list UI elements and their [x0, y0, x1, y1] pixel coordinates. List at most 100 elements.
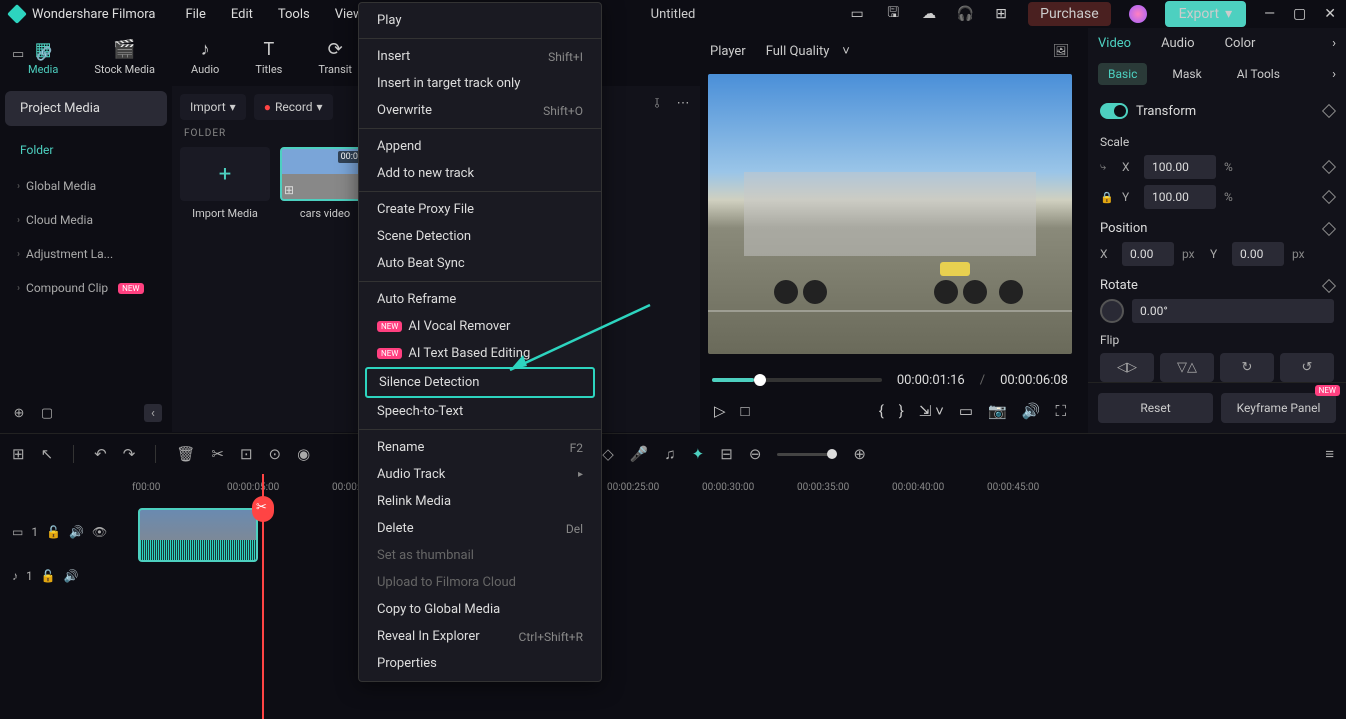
import-media-card[interactable]: + Import Media [180, 147, 270, 220]
maximize-icon[interactable]: ▢ [1293, 6, 1306, 22]
import-button[interactable]: Import ▾ [180, 94, 246, 120]
minimize-icon[interactable]: — [1264, 6, 1275, 22]
sidebar-item-adjustment[interactable]: ›Adjustment La... [5, 237, 167, 271]
media-clip-card[interactable]: 00:00 ⊞ cars video [280, 147, 370, 220]
pos-x-input[interactable] [1122, 242, 1174, 266]
sidebar-header[interactable]: Project Media [5, 91, 167, 126]
camera-icon[interactable]: 📷 [988, 402, 1007, 420]
timeline-clip[interactable] [138, 508, 258, 562]
stop-icon[interactable]: □ [741, 402, 750, 420]
quality-dropdown[interactable]: Full Quality ˅ [766, 43, 850, 59]
cursor-icon[interactable]: ↖ [41, 445, 54, 463]
lock-icon[interactable]: 🔒 [1100, 191, 1114, 204]
keyframe-icon[interactable] [1322, 278, 1336, 292]
rotate-cw-button[interactable]: ↻ [1220, 353, 1274, 382]
cm-create-proxy[interactable]: Create Proxy File [359, 196, 601, 223]
preview-viewport[interactable] [708, 74, 1072, 354]
new-folder-icon[interactable]: ⊕ [10, 404, 28, 422]
sidebar-item-compound[interactable]: ›Compound ClipNEW [5, 271, 167, 305]
sidebar-item-cloud[interactable]: ›Cloud Media [5, 203, 167, 237]
collapse-icon[interactable]: ‹ [144, 404, 162, 422]
crop-icon[interactable]: ⇲ ˅ [919, 402, 944, 420]
zoom-in-icon[interactable]: ⊕ [853, 445, 866, 463]
keyframe-icon[interactable] [1322, 160, 1336, 174]
close-icon[interactable]: ✕ [1324, 6, 1336, 22]
audio-track-header[interactable]: ♪1 🔓 🔊 [0, 560, 132, 592]
reset-button[interactable]: Reset [1098, 393, 1213, 423]
pos-y-input[interactable] [1232, 242, 1284, 266]
mark-out-icon[interactable]: } [899, 402, 904, 420]
props-tab-color[interactable]: Color [1225, 36, 1256, 51]
zoom-slider[interactable] [777, 453, 837, 456]
cm-relink[interactable]: Relink Media [359, 488, 601, 515]
save-icon[interactable]: 🖫 [884, 5, 902, 23]
cm-silence-detection[interactable]: Silence Detection [365, 367, 595, 398]
keyframe-icon[interactable] [1322, 104, 1336, 118]
sidebar-item-global[interactable]: ›Global Media [5, 169, 167, 203]
color-icon[interactable]: ◉ [297, 445, 310, 463]
cm-insert[interactable]: InsertShift+I [359, 43, 601, 70]
keyframe-icon[interactable] [1322, 190, 1336, 204]
fullscreen-icon[interactable]: ⛶ [1055, 402, 1066, 420]
clip-icon[interactable]: ▭ [12, 47, 24, 62]
apps-icon[interactable]: ⊞ [992, 5, 1010, 23]
cm-auto-beat[interactable]: Auto Beat Sync [359, 250, 601, 277]
playhead[interactable] [262, 474, 264, 719]
transform-toggle[interactable] [1100, 103, 1128, 119]
cm-add-new-track[interactable]: Add to new track [359, 160, 601, 187]
cm-ai-vocal[interactable]: NEWAI Vocal Remover [359, 313, 601, 340]
avatar-icon[interactable] [1129, 5, 1147, 23]
timeline-ruler[interactable]: f00:00 00:00:05:00 00:00:10:00 00:00:25:… [132, 474, 1346, 502]
menu-tools[interactable]: Tools [278, 7, 310, 22]
music-icon[interactable]: ♫ [664, 445, 675, 463]
cm-speech-to-text[interactable]: Speech-to-Text [359, 398, 601, 425]
export-button[interactable]: Export▾ [1165, 1, 1246, 27]
bookmark-icon[interactable]: ◇ [602, 445, 614, 463]
play-icon[interactable]: ▷ [714, 402, 726, 420]
cm-audio-track[interactable]: Audio Track▸ [359, 461, 601, 488]
cm-auto-reframe[interactable]: Auto Reframe [359, 286, 601, 313]
purchase-button[interactable]: Purchase [1028, 2, 1110, 26]
snapshot-icon[interactable]: 🖼 [1052, 42, 1070, 60]
redo-icon[interactable]: ↷ [123, 445, 136, 463]
scale-y-input[interactable] [1144, 185, 1216, 209]
folder-label[interactable]: Folder [5, 131, 167, 169]
volume-icon[interactable]: 🔊 [1022, 402, 1041, 420]
cm-scene-detection[interactable]: Scene Detection [359, 223, 601, 250]
effects-icon[interactable]: ✦ [692, 445, 705, 463]
link-icon[interactable]: ⤷ [1100, 160, 1114, 174]
cm-play[interactable]: Play [359, 7, 601, 34]
monitor-icon[interactable]: ▭ [959, 402, 973, 420]
cm-copy-global[interactable]: Copy to Global Media [359, 596, 601, 623]
crop-tool-icon[interactable]: ⊡ [240, 445, 253, 463]
subtab-ai-tools[interactable]: AI Tools [1227, 63, 1290, 85]
cut-icon[interactable]: ✂ [211, 445, 224, 463]
menu-edit[interactable]: Edit [231, 7, 253, 22]
props-tab-video[interactable]: Video [1098, 36, 1131, 51]
video-track-header[interactable]: ▭1 🔓 🔊 👁 [0, 504, 132, 560]
device-icon[interactable]: ▭ [848, 5, 866, 23]
more-icon[interactable]: ⋯ [674, 94, 692, 112]
keyframe-icon[interactable] [1322, 221, 1336, 235]
keyframe-panel-button[interactable]: Keyframe PanelNEW [1221, 393, 1336, 423]
rotate-input[interactable] [1132, 299, 1334, 323]
cloud-icon[interactable]: ☁ [920, 5, 938, 23]
tab-audio[interactable]: ♪Audio [173, 33, 237, 82]
list-view-icon[interactable]: ≡ [1325, 445, 1334, 463]
speed-icon[interactable]: ⊙ [269, 445, 282, 463]
chevron-right-icon[interactable]: › [1332, 36, 1336, 51]
cm-rename[interactable]: RenameF2 [359, 434, 601, 461]
mark-in-icon[interactable]: { [879, 402, 884, 420]
mute-icon[interactable]: 🔊 [69, 525, 84, 539]
tab-titles[interactable]: TTitles [237, 33, 300, 82]
grid-icon[interactable]: ⊞ [12, 445, 25, 463]
record-button[interactable]: ● Record ▾ [254, 94, 333, 120]
menu-file[interactable]: File [185, 7, 205, 22]
folder-icon[interactable]: ▢ [38, 404, 56, 422]
undo-icon[interactable]: ↶ [94, 445, 107, 463]
cm-delete[interactable]: DeleteDel [359, 515, 601, 542]
scrubber[interactable] [712, 378, 882, 382]
cm-properties[interactable]: Properties [359, 650, 601, 677]
link-icon[interactable]: 🔗 [36, 47, 52, 62]
flip-h-button[interactable]: ◁▷ [1100, 353, 1154, 382]
